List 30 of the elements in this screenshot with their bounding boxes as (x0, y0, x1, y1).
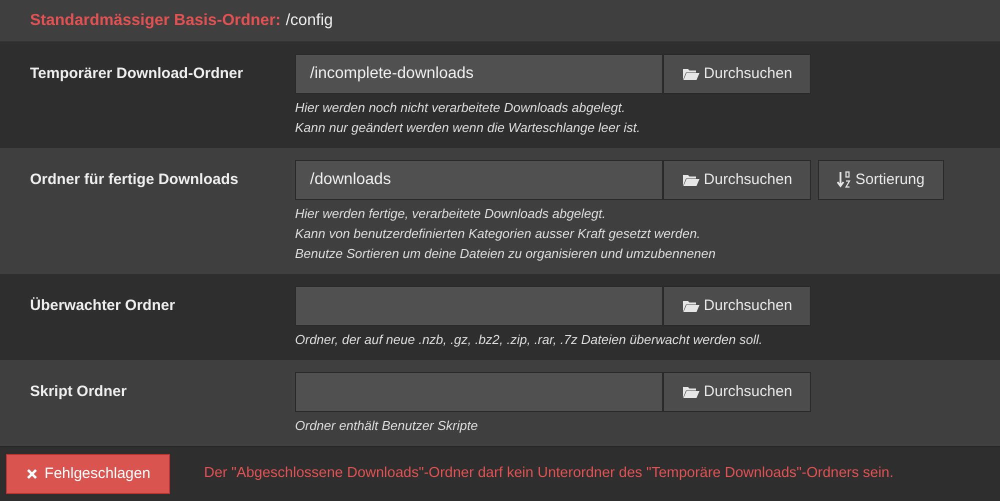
help-text: Kann nur geändert werden wenn die Warteschlange leer ist. (295, 119, 642, 137)
setting-label: Ordner für fertige Downloads (30, 171, 238, 188)
folder-field[interactable]: /downloads (295, 160, 663, 200)
setting-label: Überwachter Ordner (30, 297, 176, 314)
close-icon (26, 468, 38, 480)
browse-button[interactable]: Durchsuchen (663, 160, 811, 200)
folder-field[interactable] (295, 372, 663, 412)
help-text: Kann von benutzerdefinierten Kategorien ausser Kraft gesetzt werden. (295, 225, 702, 243)
folder-icon (682, 299, 700, 313)
browse-button[interactable]: Durchsuchen (663, 54, 811, 94)
browse-button[interactable]: Durchsuchen (663, 372, 811, 412)
sort-button[interactable]: Sortierung (818, 160, 944, 200)
browse-button[interactable]: Durchsuchen (663, 286, 811, 326)
folder-icon (682, 385, 700, 399)
base-folder-path: /config (286, 10, 333, 30)
help-text: Benutze Sortieren um deine Dateien zu organisieren und umzubennenen (295, 245, 717, 263)
setting-label: Skript Ordner (30, 383, 127, 400)
help-text: Ordner, der auf neue .nzb, .gz, .bz2, .zip, .rar, .7z Dateien überwacht werden soll. (295, 331, 764, 349)
folder-icon (682, 173, 700, 187)
setting-label: Temporärer Download-Ordner (30, 65, 244, 82)
folder-icon (682, 67, 700, 81)
failed-button[interactable]: Fehlgeschlagen (6, 454, 170, 494)
folder-field[interactable] (295, 286, 663, 326)
error-message: Der "Abgeschlossene Downloads"-Ordner darf kein Unterordner des "Temporäre Downloads"-Ordners sein. (204, 464, 894, 484)
folder-field[interactable]: /incomplete-downloads (295, 54, 663, 94)
help-text: Hier werden noch nicht verarbeitete Downloads abgelegt. (295, 99, 626, 117)
help-text: Ordner enthält Benutzer Skripte (295, 417, 479, 435)
help-text: Hier werden fertige, verarbeitete Downloads abgelegt. (295, 205, 607, 223)
sort-icon (837, 171, 852, 189)
base-folder-label: Standardmässiger Basis-Ordner: (30, 10, 281, 30)
